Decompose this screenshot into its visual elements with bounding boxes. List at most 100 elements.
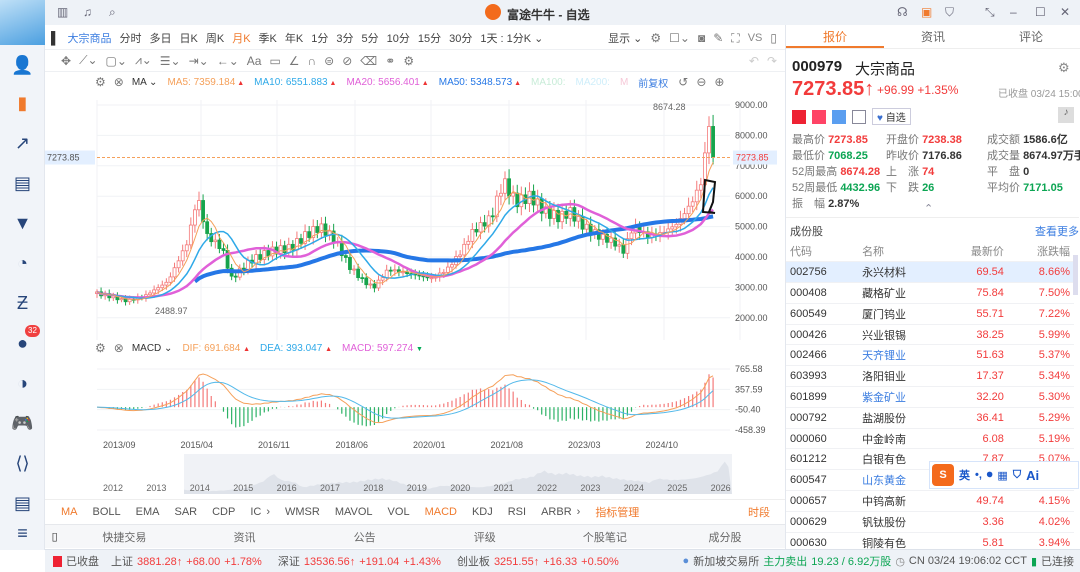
reset-icon[interactable]: ↺ — [678, 75, 688, 89]
alert-bell-icon[interactable]: ♪ — [1058, 107, 1074, 123]
indicator-tab[interactable]: VOL — [388, 506, 410, 518]
indicator-tab[interactable]: CDP — [212, 506, 235, 518]
display-dropdown[interactable]: 显示 ⌄ — [608, 30, 642, 46]
table-row[interactable]: 000060 中金岭南 6.08 5.19% — [786, 428, 1074, 450]
chevron-right-icon[interactable]: › — [266, 506, 270, 518]
ma-title[interactable]: MA ⌄ — [132, 77, 158, 88]
fullscreen-icon[interactable]: ⛶ — [731, 31, 739, 46]
layout-dropdown-icon[interactable]: ☐⌄ — [669, 31, 690, 45]
wave-tool-icon[interactable]: ⩘⌄ — [135, 53, 152, 68]
headset-icon[interactable]: ☊ — [897, 5, 908, 19]
niuniu-icon[interactable]: Ƶ — [0, 288, 45, 318]
angle-tool-icon[interactable]: ∠ — [289, 54, 300, 68]
period-tab[interactable]: 日K — [180, 30, 198, 46]
column-header[interactable]: 涨跌幅 — [1007, 241, 1074, 263]
user-icon[interactable]: 👤 — [0, 50, 45, 80]
bottom-tab[interactable]: 公告 — [305, 529, 425, 545]
ai-button[interactable]: Ai — [1026, 468, 1039, 483]
indicator-tab[interactable]: MAVOL — [335, 506, 373, 518]
indicator-tab[interactable]: RSI — [508, 506, 526, 518]
table-row[interactable]: 000629 钒钛股份 3.36 4.02% — [786, 511, 1074, 533]
column-header[interactable]: 代码 — [786, 241, 859, 263]
interval-select[interactable]: 1天 : 1分K ⌄ — [480, 30, 543, 46]
settings-icon[interactable]: ⚙ — [650, 31, 661, 45]
indicator-tab[interactable]: MACD — [425, 506, 457, 518]
chevron-right-icon[interactable]: › — [577, 506, 581, 518]
table-row[interactable]: 000426 兴业银锡 38.25 5.99% — [786, 324, 1074, 346]
index-quote[interactable]: 上证 3881.28↑ +68.00 +1.78% — [111, 553, 266, 569]
link-icon[interactable]: ⚭ — [385, 54, 395, 68]
vs-button[interactable]: VS — [748, 32, 763, 44]
pie-icon[interactable]: ◔ — [0, 248, 45, 278]
close-button[interactable]: ✕ — [1060, 5, 1070, 19]
indicator-tab[interactable]: IC — [250, 506, 261, 518]
message-icon[interactable]: ● 32 — [0, 325, 45, 358]
panel-toggle-icon[interactable]: ▌ — [51, 31, 60, 45]
macd-settings-icon[interactable]: ⚙ — [95, 341, 106, 355]
period-tab[interactable]: 15分 — [418, 30, 441, 46]
bell-icon[interactable]: ♫ — [83, 5, 92, 19]
indicator-tab[interactable]: SAR — [174, 506, 197, 518]
table-row[interactable]: 601899 紫金矿业 32.20 5.30% — [786, 386, 1074, 408]
table-row[interactable]: 002466 天齐锂业 51.63 5.37% — [786, 344, 1074, 367]
magnet-icon[interactable]: ∩ — [308, 54, 317, 68]
period-tab[interactable]: 年K — [285, 30, 303, 46]
trade-icon[interactable]: ▤ — [0, 168, 45, 198]
note-tool-icon[interactable]: ▭ — [269, 54, 280, 68]
period-tab[interactable]: 月K — [232, 30, 250, 46]
filter-icon[interactable]: ▼ — [0, 208, 45, 238]
quote-tab[interactable]: 资讯 — [884, 25, 982, 48]
quote-tab[interactable]: 报价 — [786, 25, 884, 48]
indicator-tab[interactable]: ARBR — [541, 506, 572, 518]
collapse-icon[interactable]: ⌃ — [924, 202, 933, 215]
undo-icon[interactable]: ↶ — [749, 54, 759, 68]
macd-close-icon[interactable]: ⊗ — [114, 341, 124, 355]
period-tab[interactable]: 多日 — [150, 30, 172, 46]
search-icon[interactable]: ⌕ — [109, 5, 116, 20]
period-tab[interactable]: 3分 — [336, 30, 353, 46]
ime-language[interactable]: 英 — [959, 467, 970, 483]
fib-tool-icon[interactable]: ☰⌄ — [160, 54, 181, 68]
move-icon[interactable]: ✥ — [61, 54, 71, 68]
document-icon[interactable]: ▤ — [0, 488, 45, 518]
flash-icon[interactable] — [812, 109, 826, 124]
period-tab[interactable]: 10分 — [387, 30, 410, 46]
symbol-name[interactable]: 大宗商品 — [68, 30, 112, 46]
indicator-tab[interactable]: KDJ — [472, 506, 493, 518]
rect-tool-icon[interactable]: ▢⌄ — [106, 54, 127, 68]
macd-title[interactable]: MACD ⌄ — [132, 343, 173, 354]
period-button[interactable]: 时段 — [748, 504, 770, 520]
text-tool-icon[interactable]: Aa — [247, 54, 262, 68]
column-header[interactable]: 最新价 — [941, 241, 1008, 263]
indicator-tab[interactable]: BOLL — [93, 506, 121, 518]
eye-icon[interactable]: ⊜ — [324, 54, 334, 68]
period-tab[interactable]: 1分 — [311, 30, 328, 46]
period-tab[interactable]: 季K — [259, 30, 277, 46]
adjust-button[interactable]: 前复权 — [638, 75, 668, 90]
measure-tool-icon[interactable]: ⇥⌄ — [189, 54, 209, 68]
skin-icon[interactable]: ⛉ — [1013, 469, 1021, 482]
trash-icon[interactable]: ⌫ — [360, 54, 377, 68]
redo-icon[interactable]: ↷ — [767, 54, 777, 68]
view-more-link[interactable]: 查看更多 — [1035, 223, 1079, 239]
tag-icon[interactable] — [832, 109, 846, 124]
layout-icon[interactable]: ▥ — [57, 5, 68, 19]
period-tab[interactable]: 30分 — [449, 30, 472, 46]
punct-icon[interactable]: •, — [975, 469, 982, 481]
hide-icon[interactable]: ⊘ — [342, 54, 352, 68]
phone-icon[interactable]: ▯ — [45, 530, 64, 543]
period-tab[interactable]: 周K — [206, 30, 224, 46]
table-row[interactable]: 000657 中钨高新 49.74 4.15% — [786, 490, 1074, 512]
bottom-tab[interactable]: 资讯 — [184, 529, 304, 545]
note-icon[interactable] — [852, 109, 866, 124]
bottom-tab[interactable]: 评级 — [425, 529, 545, 545]
indicator-tab[interactable]: EMA — [136, 506, 160, 518]
maximize-button[interactable]: ☐ — [1035, 5, 1046, 19]
column-header[interactable]: 名称 — [858, 241, 942, 263]
settings-icon[interactable]: ⚙ — [1058, 60, 1070, 76]
code-icon[interactable]: ⟨⟩ — [0, 448, 45, 478]
draw-settings-icon[interactable]: ⚙ — [403, 54, 414, 68]
menu-icon[interactable]: ≡ — [0, 518, 45, 548]
indicator-tab[interactable]: MA — [61, 506, 78, 518]
sidebar-toggle-icon[interactable]: ▯ — [770, 31, 777, 45]
